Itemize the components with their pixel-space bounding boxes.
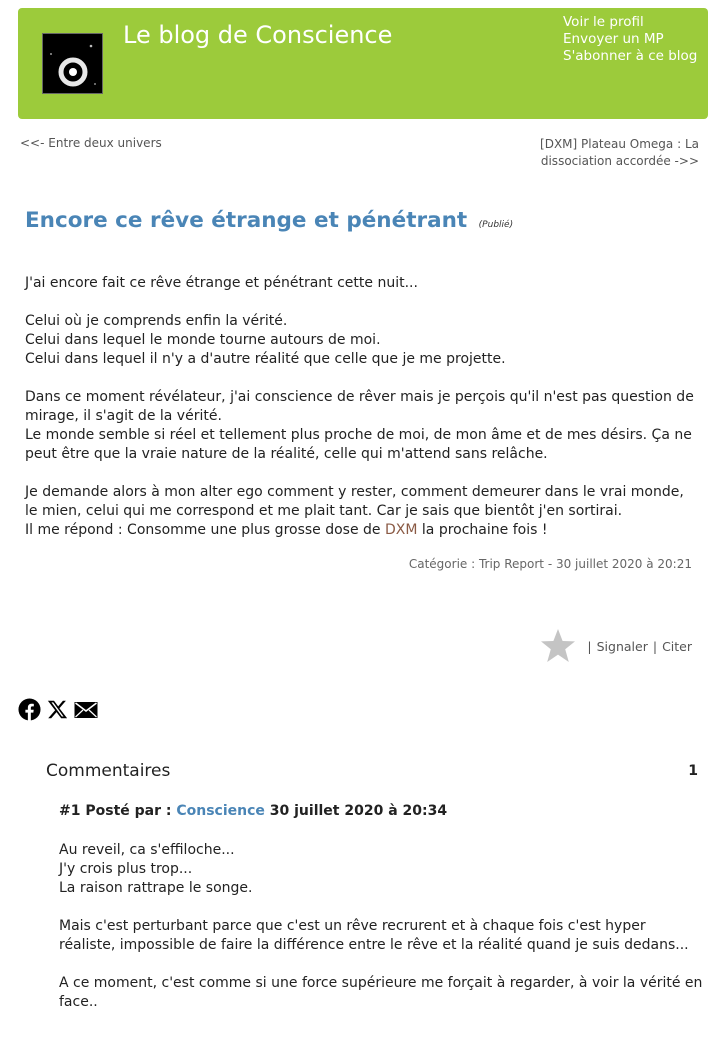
comments-header: Commentaires 1: [46, 761, 698, 781]
comment-line: Mais c'est perturbant parce que c'est un…: [59, 918, 689, 953]
comment-body: Au reveil, ca s'effiloche... J'y crois p…: [59, 841, 704, 1012]
next-post-link-line1: [DXM] Plateau Omega : La: [540, 137, 699, 151]
separator: |: [652, 638, 658, 654]
x-icon[interactable]: [47, 699, 68, 724]
facebook-icon[interactable]: [18, 698, 41, 725]
comment-date: 30 juillet 2020 à 20:34: [269, 803, 448, 819]
post-paragraph: Je demande alors à mon alter ego comment…: [25, 483, 700, 540]
comment-number: #1: [59, 803, 81, 819]
subscribe-link[interactable]: S'abonner à ce blog: [563, 48, 697, 65]
post-line: Celui dans lequel le monde tourne autour…: [25, 332, 381, 348]
blog-title[interactable]: Le blog de Conscience: [123, 21, 392, 49]
comment-line: J'y crois plus trop...: [59, 861, 193, 877]
post-line: Il me répond : Consomme une plus grosse …: [25, 522, 385, 538]
dxm-link[interactable]: DXM: [385, 522, 417, 538]
view-profile-link[interactable]: Voir le profil: [563, 14, 697, 31]
comment-paragraph: Mais c'est perturbant parce que c'est un…: [59, 917, 704, 955]
share-bar: [18, 698, 98, 725]
post-actions: | Signaler | Citer: [540, 628, 692, 664]
post-line: J'ai encore fait ce rêve étrange et péné…: [25, 275, 418, 291]
previous-post-link[interactable]: <<- Entre deux univers: [20, 136, 162, 150]
post-title-text: Encore ce rêve étrange et pénétrant: [25, 208, 468, 233]
separator: |: [587, 638, 592, 654]
comment-paragraph: A ce moment, c'est comme si une force su…: [59, 974, 704, 1012]
next-post-link[interactable]: [DXM] Plateau Omega : La dissociation ac…: [529, 136, 699, 170]
post-paragraph: Dans ce moment révélateur, j'ai conscien…: [25, 388, 700, 464]
post-body: J'ai encore fait ce rêve étrange et péné…: [25, 274, 700, 559]
star-icon[interactable]: [540, 628, 576, 664]
post-meta: Catégorie : Trip Report - 30 juillet 202…: [408, 557, 692, 571]
post-title: Encore ce rêve étrange et pénétrant (Pub…: [25, 208, 513, 233]
comment-posted-by: Posté par :: [85, 803, 172, 819]
send-message-link[interactable]: Envoyer un MP: [563, 31, 697, 48]
post-status: (Publié): [478, 220, 514, 230]
post-line: Je demande alors à mon alter ego comment…: [25, 484, 684, 519]
post-paragraph: J'ai encore fait ce rêve étrange et péné…: [25, 274, 700, 293]
quote-link[interactable]: Citer: [662, 639, 692, 654]
blog-header: Le blog de Conscience Voir le profil Env…: [18, 8, 708, 119]
header-links: Voir le profil Envoyer un MP S'abonner à…: [563, 14, 697, 65]
post-line-end: la prochaine fois !: [417, 522, 548, 538]
post-line: Celui où je comprends enfin la vérité.: [25, 313, 288, 329]
comment-header: #1 Posté par : Conscience 30 juillet 202…: [59, 803, 704, 819]
blog-avatar[interactable]: [42, 33, 103, 94]
mail-icon[interactable]: [74, 700, 98, 724]
comment-author-link[interactable]: Conscience: [176, 803, 265, 819]
comment-line: A ce moment, c'est comme si une force su…: [59, 975, 703, 1010]
avatar-image: [43, 34, 102, 93]
post-line: Dans ce moment révélateur, j'ai conscien…: [25, 389, 694, 424]
report-link[interactable]: Signaler: [597, 639, 648, 654]
comments-count: 1: [688, 763, 698, 779]
comment-paragraph: Au reveil, ca s'effiloche... J'y crois p…: [59, 841, 704, 898]
comment-item: #1 Posté par : Conscience 30 juillet 202…: [59, 803, 704, 1031]
next-post-link-line2: dissociation accordée ->>: [540, 154, 699, 168]
post-line: Celui dans lequel il n'y a d'autre réali…: [25, 351, 506, 367]
post-line: Le monde semble si réel et tellement plu…: [25, 427, 692, 462]
comments-title: Commentaires: [46, 761, 171, 781]
comment-line: La raison rattrape le songe.: [59, 880, 253, 896]
post-paragraph: Celui où je comprends enfin la vérité. C…: [25, 312, 700, 369]
comment-line: Au reveil, ca s'effiloche...: [59, 842, 235, 858]
